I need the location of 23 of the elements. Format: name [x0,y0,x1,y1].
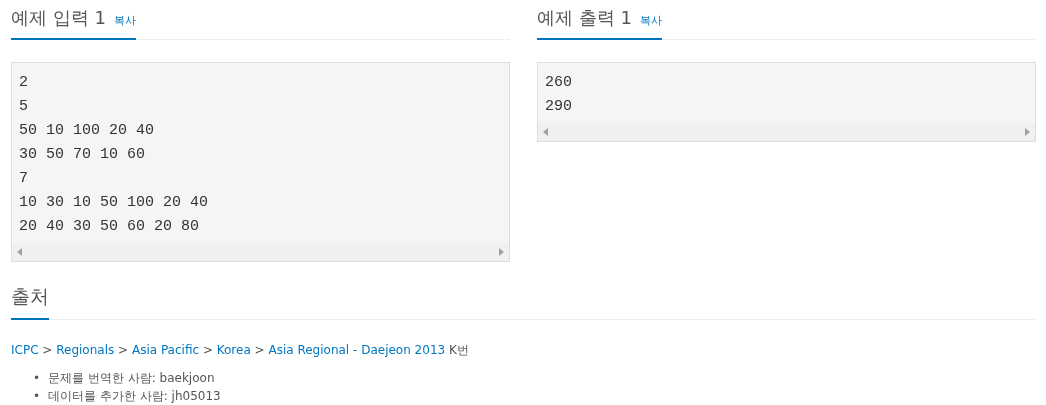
code-text: 260 290 [544,73,573,117]
credit-text: 데이터를 추가한 사람: jh05013 [48,388,221,405]
section-title: 예제 입력 1 [11,6,106,30]
code-text: 2 5 50 10 100 20 40 30 50 70 10 60 7 10 30 10 50 100 20 40 20 40 30 50 60 20 80 [18,73,210,237]
breadcrumb-link[interactable]: Korea [216,343,251,357]
scroll-left-icon[interactable] [17,248,22,256]
list-bullet: • [33,370,41,387]
breadcrumb-link[interactable]: Asia Regional - Daejeon 2013 [268,343,446,357]
scroll-right-icon[interactable] [499,248,504,256]
horizontal-scrollbar[interactable] [12,243,509,261]
breadcrumb-link[interactable]: ICPC [11,343,39,357]
section-title: 예제 출력 1 [537,6,632,30]
breadcrumb-link[interactable]: Regionals [56,343,115,357]
scroll-left-icon[interactable] [543,128,548,136]
list-bullet: • [33,388,41,405]
credit-text: 문제를 번역한 사람: baekjoon [48,370,215,387]
copy-link[interactable]: 복사 [639,13,662,28]
horizontal-scrollbar[interactable] [538,123,1035,141]
scroll-right-icon[interactable] [1025,128,1030,136]
breadcrumb-link[interactable]: Asia Pacific [131,343,200,357]
section-title: 출처 [11,284,49,309]
copy-link[interactable]: 복사 [113,13,136,28]
source-breadcrumb: ICPC > Regionals > Asia Pacific > Korea > Asia Regional - Daejeon 2013 K번 [11,342,470,359]
